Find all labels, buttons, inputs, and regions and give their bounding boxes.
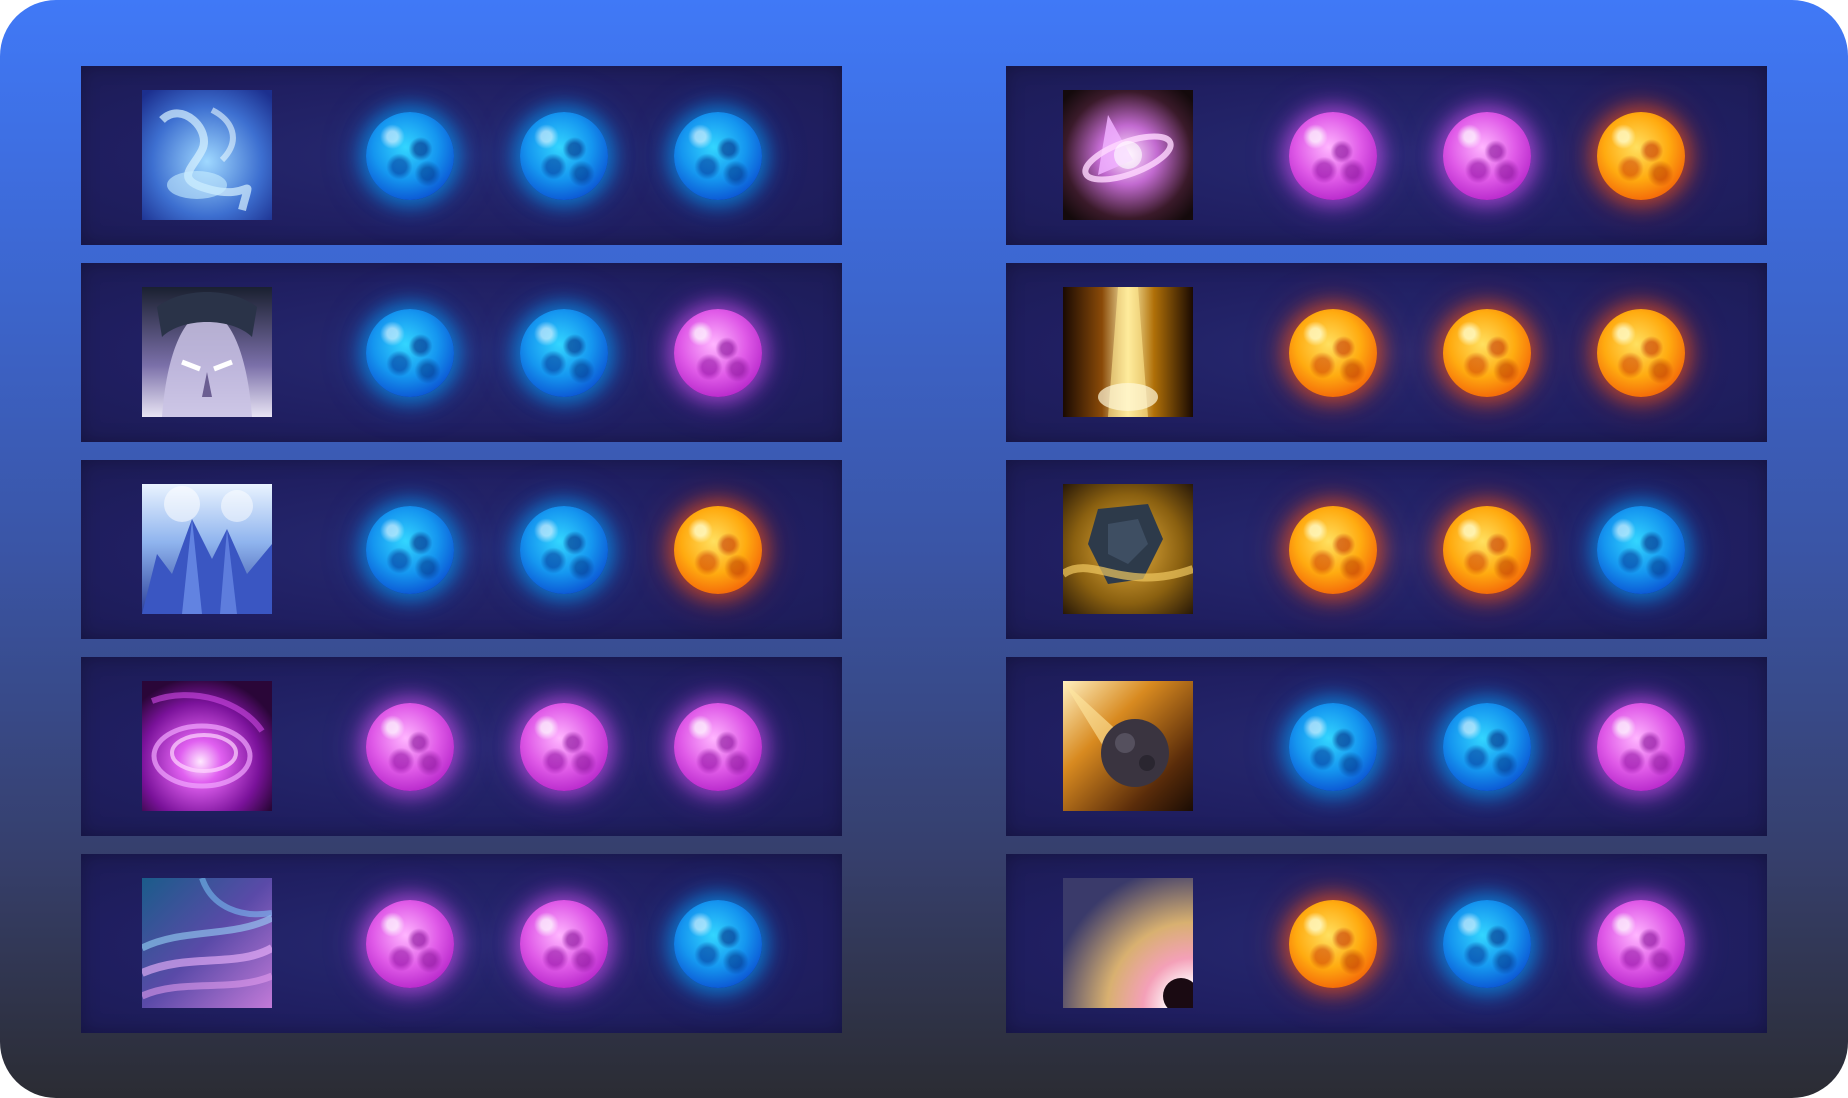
wex-orb xyxy=(1597,703,1685,791)
quas-orb xyxy=(520,309,608,397)
exort-orb xyxy=(1443,506,1531,594)
deafening-blast-icon[interactable] xyxy=(1063,878,1193,1008)
ghost-walk-icon[interactable] xyxy=(142,287,272,417)
spell-row-ice-wall xyxy=(81,460,842,639)
wex-orb xyxy=(366,703,454,791)
chaos-meteor-icon[interactable] xyxy=(1063,681,1193,811)
wex-orb xyxy=(674,703,762,791)
quas-orb xyxy=(366,309,454,397)
quas-orb xyxy=(1443,900,1531,988)
quas-orb xyxy=(366,112,454,200)
forge-spirit-icon[interactable] xyxy=(1063,484,1193,614)
spell-row-forge-spirit xyxy=(1006,460,1767,639)
quas-orb xyxy=(1597,506,1685,594)
spell-row-tornado xyxy=(81,854,842,1033)
spell-row-sun-strike xyxy=(1006,263,1767,442)
quas-orb xyxy=(674,900,762,988)
invoker-spell-combinations-panel xyxy=(0,0,1848,1098)
spell-row-cold-snap xyxy=(81,66,842,245)
quas-orb xyxy=(520,112,608,200)
ice-wall-icon[interactable] xyxy=(142,484,272,614)
spell-row-ghost-walk xyxy=(81,263,842,442)
exort-orb xyxy=(1443,309,1531,397)
wex-orb xyxy=(1289,112,1377,200)
quas-orb xyxy=(1443,703,1531,791)
cold-snap-icon[interactable] xyxy=(142,90,272,220)
sun-strike-icon[interactable] xyxy=(1063,287,1193,417)
spell-row-emp xyxy=(81,657,842,836)
spell-row-alacrity xyxy=(1006,66,1767,245)
wex-orb xyxy=(1597,900,1685,988)
quas-orb xyxy=(674,112,762,200)
exort-orb xyxy=(674,506,762,594)
wex-orb xyxy=(520,703,608,791)
spell-column-left xyxy=(81,66,842,1051)
wex-orb xyxy=(520,900,608,988)
quas-orb xyxy=(520,506,608,594)
alacrity-icon[interactable] xyxy=(1063,90,1193,220)
exort-orb xyxy=(1597,112,1685,200)
spell-column-right xyxy=(1006,66,1767,1051)
quas-orb xyxy=(366,506,454,594)
exort-orb xyxy=(1597,309,1685,397)
wex-orb xyxy=(366,900,454,988)
wex-orb xyxy=(674,309,762,397)
emp-icon[interactable] xyxy=(142,681,272,811)
tornado-icon[interactable] xyxy=(142,878,272,1008)
wex-orb xyxy=(1443,112,1531,200)
spell-row-deafening-blast xyxy=(1006,854,1767,1033)
exort-orb xyxy=(1289,309,1377,397)
spell-row-chaos-meteor xyxy=(1006,657,1767,836)
quas-orb xyxy=(1289,703,1377,791)
exort-orb xyxy=(1289,900,1377,988)
exort-orb xyxy=(1289,506,1377,594)
